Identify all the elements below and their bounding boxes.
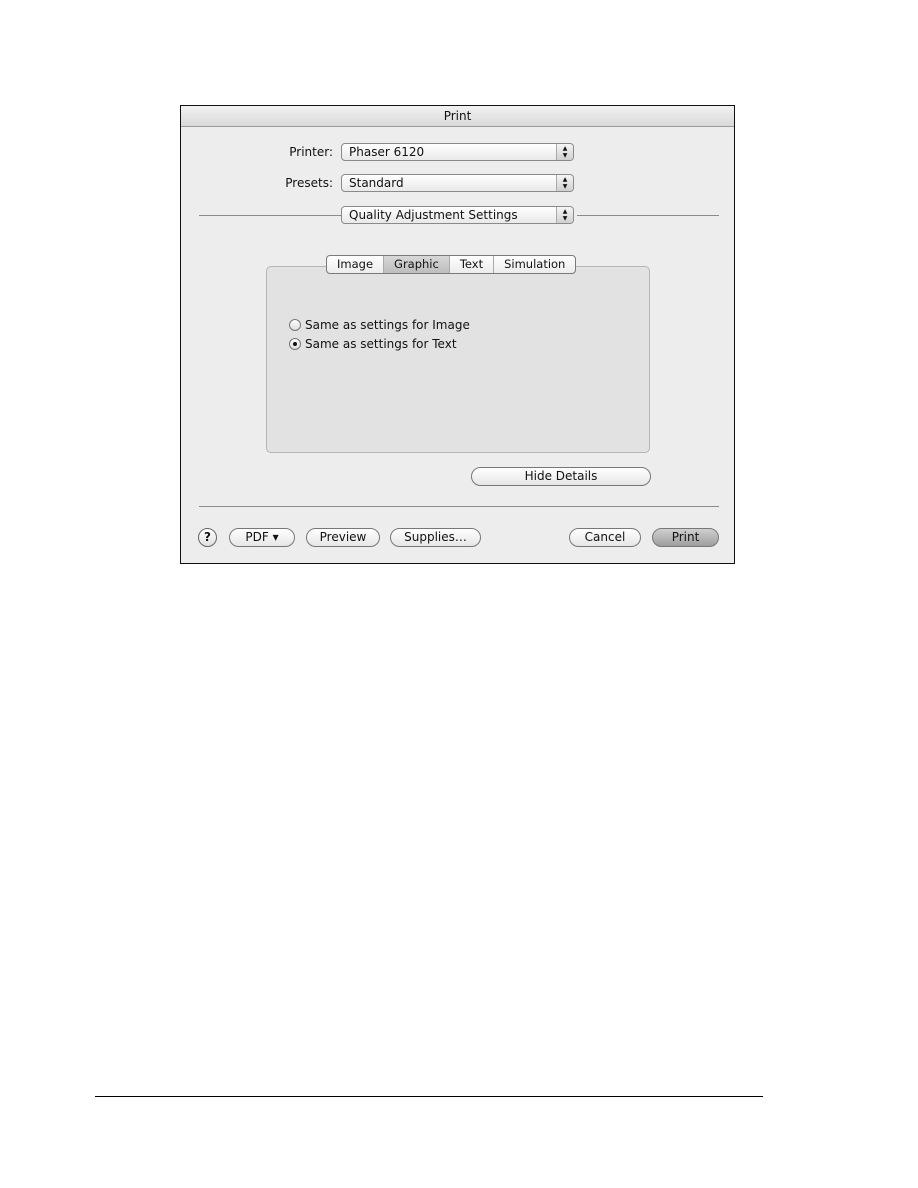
printer-row: Printer: Phaser 6120 ▲ ▼ <box>181 143 574 161</box>
popup-arrows-icon: ▲ ▼ <box>556 144 573 160</box>
popup-arrows-icon: ▲ ▼ <box>556 207 573 223</box>
radio-button-selected[interactable] <box>289 338 301 350</box>
presets-row: Presets: Standard ▲ ▼ <box>181 174 574 192</box>
tab-text[interactable]: Text <box>450 256 495 273</box>
tab-simulation[interactable]: Simulation <box>494 256 575 273</box>
printer-label: Printer: <box>289 145 333 159</box>
popup-arrows-icon: ▲ ▼ <box>556 175 573 191</box>
cancel-button[interactable]: Cancel <box>569 528 641 547</box>
print-button[interactable]: Print <box>652 528 719 547</box>
print-dialog: Print Printer: Phaser 6120 ▲ ▼ Presets: S… <box>180 105 735 564</box>
help-button[interactable]: ? <box>198 528 217 547</box>
preview-button[interactable]: Preview <box>306 528 380 547</box>
separator-right <box>577 215 719 216</box>
presets-select[interactable]: Standard ▲ ▼ <box>341 174 574 192</box>
dialog-title: Print <box>181 106 734 127</box>
option-same-as-image[interactable]: Same as settings for Image <box>289 318 470 332</box>
option-label: Same as settings for Text <box>305 337 457 351</box>
printer-value: Phaser 6120 <box>349 145 425 159</box>
panel-select[interactable]: Quality Adjustment Settings ▲ ▼ <box>341 206 574 224</box>
hide-details-button[interactable]: Hide Details <box>471 467 651 486</box>
presets-value: Standard <box>349 176 404 190</box>
pdf-menu-button[interactable]: PDF ▾ <box>229 528 295 547</box>
panel-row: Quality Adjustment Settings ▲ ▼ <box>341 206 574 224</box>
tab-graphic[interactable]: Graphic <box>384 256 450 273</box>
radio-button[interactable] <box>289 319 301 331</box>
printer-select[interactable]: Phaser 6120 ▲ ▼ <box>341 143 574 161</box>
option-label: Same as settings for Image <box>305 318 470 332</box>
tab-image[interactable]: Image <box>327 256 385 273</box>
separator-left <box>199 215 342 216</box>
settings-groupbox <box>266 266 650 453</box>
presets-label: Presets: <box>285 176 333 190</box>
supplies-button[interactable]: Supplies… <box>390 528 481 547</box>
footer-separator <box>199 506 719 507</box>
panel-value: Quality Adjustment Settings <box>349 208 518 222</box>
option-same-as-text[interactable]: Same as settings for Text <box>289 337 457 351</box>
page-footer-rule <box>95 1096 763 1097</box>
tab-bar: Image Graphic Text Simulation <box>326 255 577 274</box>
